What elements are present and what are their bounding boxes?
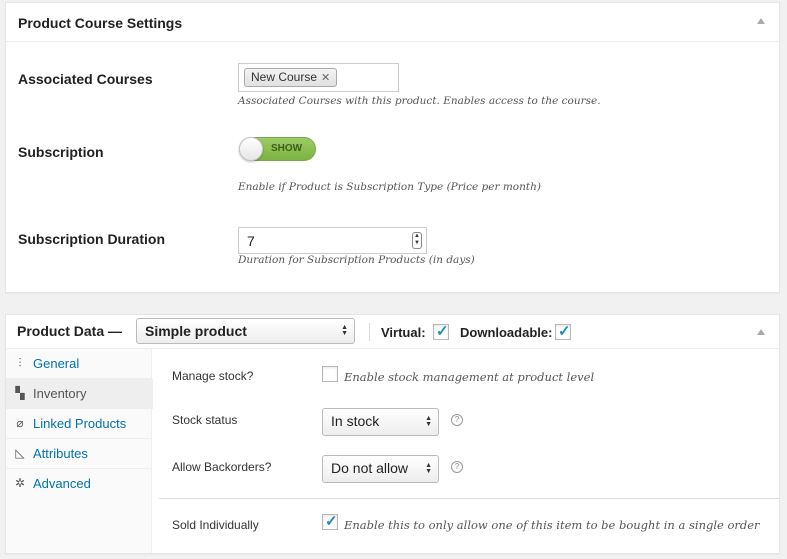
- stock-status-value: In stock: [331, 413, 380, 429]
- ruler-icon: ◺: [15, 446, 25, 460]
- tab-attributes[interactable]: ◺ Attributes: [6, 439, 152, 469]
- check-icon: ✓: [325, 513, 338, 530]
- tab-advanced[interactable]: ✲ Advanced: [6, 469, 152, 499]
- tab-inventory-label: Inventory: [33, 386, 87, 401]
- downloadable-label: Downloadable:: [460, 325, 553, 340]
- product-type-select[interactable]: Simple product ▲ ▼: [136, 318, 355, 344]
- associated-courses-label: Associated Courses: [18, 71, 153, 87]
- sliders-icon: ⫶: [18, 356, 22, 370]
- tab-general-label: General: [33, 356, 80, 371]
- subscription-toggle[interactable]: SHOW: [239, 137, 316, 161]
- tab-linked-products[interactable]: ⌀ Linked Products: [6, 409, 152, 439]
- manage-stock-label: Manage stock?: [172, 369, 254, 383]
- check-icon: ✓: [558, 323, 571, 340]
- product-type-value: Simple product: [145, 323, 247, 339]
- product-data-tabs: ⫶ General ▚ Inventory ⌀ Linked Products …: [6, 349, 153, 553]
- duration-value: 7: [247, 233, 255, 249]
- tag-remove-icon[interactable]: ✕: [321, 72, 330, 84]
- associated-courses-input[interactable]: New Course ✕: [238, 63, 399, 92]
- course-tag: New Course ✕: [244, 68, 338, 87]
- subscription-label: Subscription: [18, 144, 104, 160]
- gear-icon: ✲: [14, 476, 26, 490]
- help-icon[interactable]: ?: [451, 414, 463, 426]
- product-course-settings-box: Product Course Settings Associated Cours…: [5, 2, 780, 293]
- collapse-arrow-icon[interactable]: [757, 329, 765, 335]
- select-arrows-icon: ▲ ▼: [341, 324, 348, 337]
- tab-inventory[interactable]: ▚ Inventory: [6, 379, 153, 409]
- tab-linked-products-label: Linked Products: [33, 416, 127, 431]
- sold-individually-label: Sold Individually: [172, 518, 259, 532]
- stock-status-label: Stock status: [172, 413, 238, 427]
- product-data-title: Product Data —: [17, 323, 123, 339]
- toggle-knob: [239, 137, 263, 161]
- toggle-text: SHOW: [271, 143, 303, 154]
- section-divider: [159, 498, 779, 499]
- downloadable-checkbox[interactable]: ✓: [555, 323, 571, 340]
- boxes-icon: ▚: [15, 386, 25, 400]
- course-settings-header[interactable]: Product Course Settings: [6, 3, 779, 42]
- tab-attributes-label: Attributes: [33, 446, 88, 461]
- manage-stock-desc: Enable stock management at product level: [344, 370, 595, 384]
- subscription-duration-label: Subscription Duration: [18, 231, 165, 247]
- number-spinner-icon[interactable]: ▲ ▼: [412, 232, 422, 249]
- product-data-header: Product Data — Simple product ▲ ▼ Virtual…: [6, 315, 779, 349]
- course-tag-label: New Course: [251, 70, 318, 84]
- select-arrows-icon: ▲ ▼: [425, 415, 432, 428]
- header-divider: [369, 323, 370, 341]
- backorders-value: Do not allow: [331, 460, 409, 476]
- stock-status-select[interactable]: In stock ▲ ▼: [322, 408, 439, 436]
- check-icon: ✓: [436, 323, 449, 340]
- sold-individually-checkbox[interactable]: ✓: [322, 513, 338, 530]
- collapse-arrow-icon[interactable]: [757, 18, 765, 24]
- course-settings-title: Product Course Settings: [18, 15, 183, 31]
- select-arrows-icon: ▲ ▼: [425, 462, 432, 475]
- associated-courses-desc: Associated Courses with this product. En…: [238, 95, 601, 107]
- virtual-label: Virtual:: [381, 325, 426, 340]
- subscription-duration-input[interactable]: 7 ▲ ▼: [238, 227, 427, 254]
- tab-advanced-label: Advanced: [33, 476, 91, 491]
- subscription-duration-desc: Duration for Subscription Products (in d…: [238, 254, 475, 266]
- backorders-label: Allow Backorders?: [172, 460, 272, 474]
- manage-stock-checkbox[interactable]: [322, 366, 338, 382]
- tab-general[interactable]: ⫶ General: [6, 349, 152, 379]
- backorders-select[interactable]: Do not allow ▲ ▼: [322, 455, 439, 483]
- link-icon: ⌀: [16, 416, 24, 430]
- sold-individually-desc: Enable this to only allow one of this it…: [344, 518, 760, 532]
- help-icon[interactable]: ?: [451, 461, 463, 473]
- subscription-desc: Enable if Product is Subscription Type (…: [238, 181, 541, 193]
- product-data-box: Product Data — Simple product ▲ ▼ Virtual…: [5, 314, 780, 554]
- virtual-checkbox[interactable]: ✓: [433, 323, 449, 340]
